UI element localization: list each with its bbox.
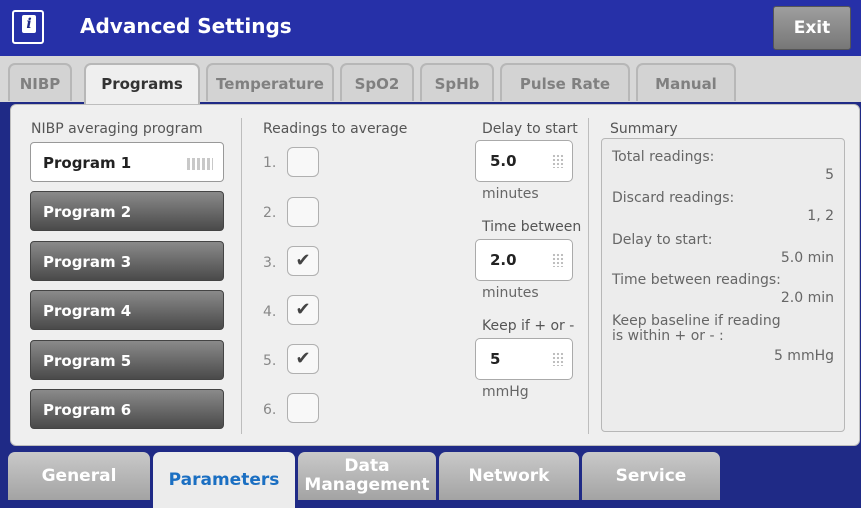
time-between-field[interactable]: 2.0 bbox=[475, 239, 573, 281]
reading-number: 6. bbox=[263, 402, 277, 418]
bottom-tab-parameters[interactable]: Parameters bbox=[153, 452, 295, 508]
delay-label: Delay to start bbox=[482, 121, 578, 137]
discard-readings-value: 1, 2 bbox=[807, 208, 834, 224]
keep-unit: mmHg bbox=[482, 384, 529, 400]
bottom-tab-data-management[interactable]: Data Management bbox=[298, 452, 436, 500]
tab-spo2[interactable]: SpO2 bbox=[340, 63, 414, 101]
programs-label: NIBP averaging program bbox=[31, 121, 203, 137]
summary-box: Total readings: 5 Discard readings: 1, 2… bbox=[601, 138, 845, 432]
delay-unit: minutes bbox=[482, 186, 539, 202]
reading-number: 5. bbox=[263, 353, 277, 369]
checkmark-icon: ✔ bbox=[295, 348, 311, 369]
tab-programs[interactable]: Programs bbox=[84, 63, 200, 104]
reading-6-checkbox[interactable] bbox=[287, 393, 319, 423]
delay-summary-value: 5.0 min bbox=[780, 250, 834, 266]
reading-number: 4. bbox=[263, 304, 277, 320]
info-logo-icon: i bbox=[12, 10, 44, 44]
column-divider bbox=[241, 118, 242, 434]
program-1-label: Program 1 bbox=[43, 154, 132, 172]
keypad-icon bbox=[552, 253, 564, 267]
tab-temperature[interactable]: Temperature bbox=[206, 63, 334, 101]
reading-5-checkbox[interactable]: ✔ bbox=[287, 344, 319, 374]
delay-summary-label: Delay to start: bbox=[612, 232, 713, 248]
program-3-button[interactable]: Program 3 bbox=[30, 241, 224, 281]
tab-pulse-rate[interactable]: Pulse Rate bbox=[500, 63, 630, 101]
between-summary-label: Time between readings: bbox=[612, 272, 781, 288]
keypad-icon bbox=[552, 352, 564, 366]
bottom-tab-service[interactable]: Service bbox=[582, 452, 720, 500]
keep-label: Keep if + or - bbox=[482, 318, 575, 334]
program-1-button[interactable]: Program 1 bbox=[30, 142, 224, 182]
title-bar: i Advanced Settings Exit bbox=[0, 0, 861, 56]
readings-label: Readings to average bbox=[263, 121, 408, 137]
page-title: Advanced Settings bbox=[80, 14, 292, 38]
reading-number: 1. bbox=[263, 155, 277, 171]
reading-number: 3. bbox=[263, 255, 277, 271]
keep-if-field[interactable]: 5 bbox=[475, 338, 573, 380]
bottom-nav: General Parameters Data Management Netwo… bbox=[0, 452, 861, 508]
tab-sphb[interactable]: SpHb bbox=[420, 63, 494, 101]
program-4-button[interactable]: Program 4 bbox=[30, 290, 224, 330]
reading-number: 2. bbox=[263, 205, 277, 221]
checkmark-icon: ✔ bbox=[295, 250, 311, 271]
total-readings-value: 5 bbox=[825, 167, 834, 183]
column-divider bbox=[588, 118, 589, 434]
bottom-tab-general[interactable]: General bbox=[8, 452, 150, 500]
program-5-button[interactable]: Program 5 bbox=[30, 340, 224, 380]
delay-value: 5.0 bbox=[490, 152, 517, 170]
delay-to-start-field[interactable]: 5.0 bbox=[475, 140, 573, 182]
discard-readings-label: Discard readings: bbox=[612, 190, 735, 206]
keep-value: 5 bbox=[490, 350, 501, 368]
keypad-icon bbox=[552, 154, 564, 168]
program-6-button[interactable]: Program 6 bbox=[30, 389, 224, 429]
reading-2-checkbox[interactable] bbox=[287, 197, 319, 227]
tab-manual[interactable]: Manual bbox=[636, 63, 736, 101]
reading-4-checkbox[interactable]: ✔ bbox=[287, 295, 319, 325]
between-value: 2.0 bbox=[490, 251, 517, 269]
total-readings-label: Total readings: bbox=[612, 149, 715, 165]
keep-summary-label-2: is within + or - : bbox=[612, 328, 724, 344]
checkmark-icon: ✔ bbox=[295, 299, 311, 320]
between-label: Time between bbox=[482, 219, 582, 235]
tab-strip: NIBP Programs Temperature SpO2 SpHb Puls… bbox=[0, 56, 861, 104]
between-unit: minutes bbox=[482, 285, 539, 301]
summary-label: Summary bbox=[610, 121, 678, 137]
keep-summary-value: 5 mmHg bbox=[773, 348, 834, 364]
reading-3-checkbox[interactable]: ✔ bbox=[287, 246, 319, 276]
tab-nibp[interactable]: NIBP bbox=[8, 63, 72, 101]
keyboard-icon bbox=[187, 158, 213, 170]
program-2-button[interactable]: Program 2 bbox=[30, 191, 224, 231]
reading-1-checkbox[interactable] bbox=[287, 147, 319, 177]
exit-button[interactable]: Exit bbox=[773, 6, 851, 50]
bottom-tab-network[interactable]: Network bbox=[439, 452, 579, 500]
between-summary-value: 2.0 min bbox=[780, 290, 834, 306]
